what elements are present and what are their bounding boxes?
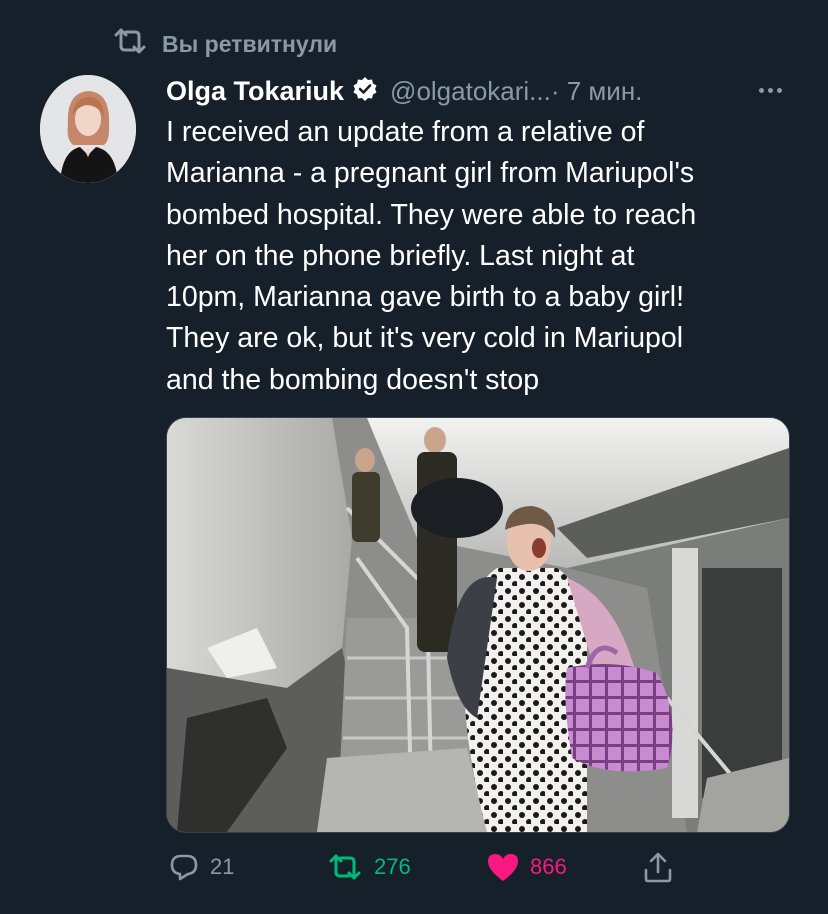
retweeted-by-row: Вы ретвитнули	[112, 28, 337, 60]
reply-button[interactable]: 21	[168, 846, 234, 888]
tweet-photo[interactable]	[166, 417, 790, 833]
tweet-text: I received an update from a relative of …	[166, 116, 697, 396]
retweet-count: 276	[374, 854, 411, 879]
heart-icon	[486, 852, 520, 882]
tweet-actions: 21 276 866	[166, 846, 726, 888]
retweeted-by-label: Вы ретвитнули	[162, 30, 338, 57]
share-icon	[642, 850, 674, 884]
verified-badge-icon	[344, 76, 378, 107]
share-button[interactable]	[642, 846, 674, 888]
retweet-icon	[112, 26, 148, 62]
timestamp[interactable]: · 7 мин.	[551, 76, 643, 107]
reply-icon	[168, 851, 200, 883]
tweet-header: Olga Tokariuk @olgatokari... · 7 мин.	[166, 72, 806, 110]
more-options-icon[interactable]	[752, 76, 788, 104]
avatar[interactable]	[40, 75, 136, 183]
like-button[interactable]: 866	[486, 846, 567, 888]
author-name[interactable]: Olga Tokariuk	[166, 76, 344, 107]
reply-count: 21	[210, 854, 235, 879]
like-count: 866	[530, 854, 567, 879]
retweet-icon	[326, 852, 364, 882]
author-handle[interactable]: @olgatokari...	[390, 76, 551, 107]
retweet-button[interactable]: 276	[326, 846, 411, 888]
